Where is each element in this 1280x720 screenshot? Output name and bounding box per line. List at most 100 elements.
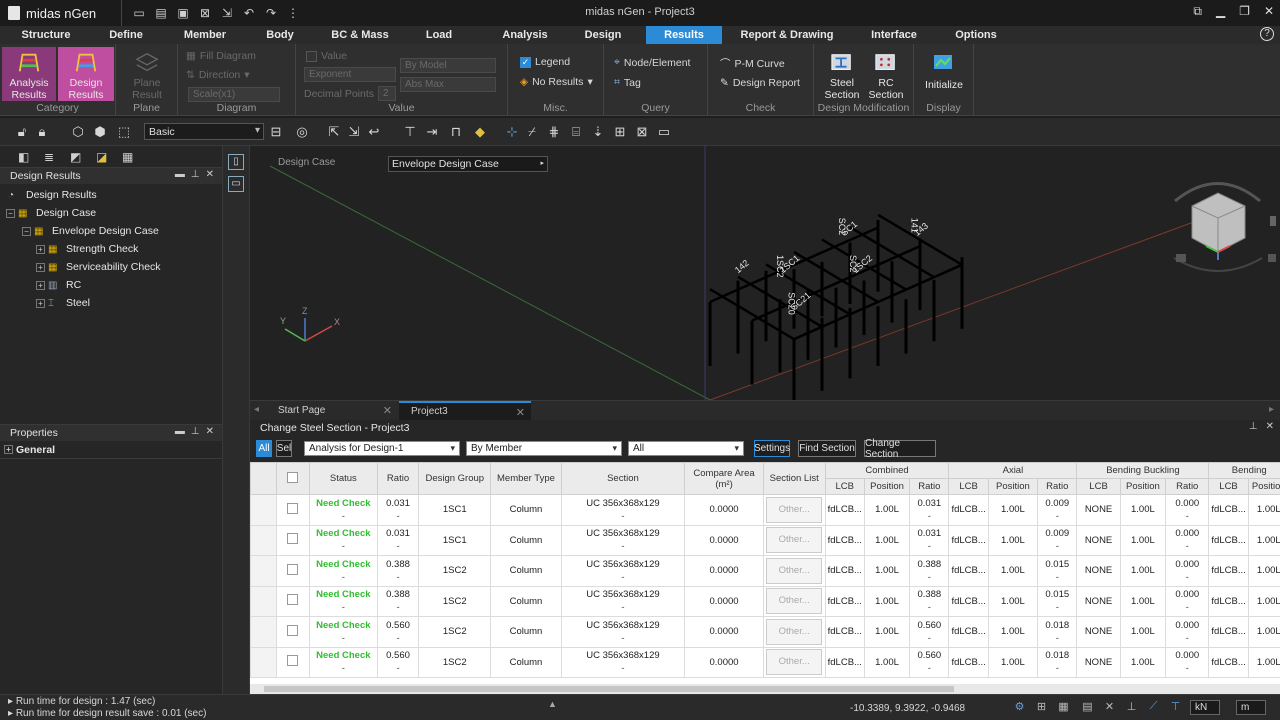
view-toggle-icon[interactable]: ▭ [228, 176, 244, 192]
section-list-cell[interactable]: Other... [762, 646, 826, 678]
select-selected-button[interactable]: Sel [276, 440, 292, 457]
snap-settings-icon[interactable]: ⚙ [1012, 700, 1027, 715]
abs-max-dropdown[interactable]: Abs Max [400, 77, 496, 92]
menu-bc-mass[interactable]: BC & Mass [310, 26, 410, 44]
minimize-panel-icon[interactable]: ▬ [175, 426, 185, 437]
no-results-option[interactable]: ◈ No Results ▾ [520, 76, 593, 88]
value-checkbox[interactable] [306, 50, 317, 62]
tree-node-envelope-design-case[interactable]: − ▦ Envelope Design Case [0, 222, 222, 240]
col-combined-ratio[interactable]: Ratio [909, 478, 950, 495]
snap-icon[interactable]: ⌿ [524, 124, 540, 140]
settings-button[interactable]: Settings [754, 440, 790, 457]
table-row[interactable]: Need Check -0.560-1SC2 Column UC 356x368x12… [250, 646, 1280, 678]
rc-section-button[interactable]: RC Section [864, 47, 908, 101]
back-icon[interactable]: ↩ [366, 124, 382, 140]
row-header[interactable] [250, 494, 277, 526]
col-axial-ratio[interactable]: Ratio [1037, 478, 1078, 495]
tree-node-rc[interactable]: + ▥ RC [0, 276, 222, 294]
maximize-icon[interactable]: ❐ [1239, 4, 1250, 19]
pm-curve-button[interactable]: ⌒ P-M Curve [720, 56, 785, 71]
row-header[interactable] [250, 585, 277, 617]
direction-option[interactable]: ⇅ Direction ▾ [186, 69, 250, 81]
move-icon[interactable]: ⇥ [424, 124, 440, 140]
col-member-type[interactable]: Member Type [490, 462, 562, 495]
cube-rotate-right-icon[interactable] [1270, 216, 1276, 226]
row-header[interactable] [250, 616, 277, 648]
hide-icon[interactable]: ⊠ [634, 124, 650, 140]
results-tree-icon[interactable]: ◪ [96, 150, 110, 164]
tab-start-page[interactable]: Start Page ✕ [250, 401, 398, 420]
other-section-button[interactable]: Other... [766, 496, 823, 523]
frame-icon[interactable]: ⊓ [448, 124, 464, 140]
steel-section-button[interactable]: Steel Section [820, 47, 864, 101]
row-checkbox-cell[interactable] [275, 616, 310, 648]
node-element-button[interactable]: ⌖ Node/Element [614, 56, 690, 69]
redo-icon[interactable]: ↷ [264, 6, 278, 20]
lineweight-icon[interactable]: ⊤ [1168, 700, 1183, 715]
design-report-button[interactable]: ✎ Design Report [720, 77, 800, 89]
cube-home-icon[interactable] [1176, 254, 1186, 262]
col-section-list[interactable]: Section List [762, 462, 826, 495]
tree-node-steel[interactable]: + ⌶ Steel [0, 294, 222, 312]
close-tab-icon[interactable]: ✕ [516, 406, 525, 419]
menu-design[interactable]: Design [582, 26, 624, 44]
col-axial-lcb[interactable]: LCB [948, 478, 989, 495]
plane-result-button[interactable]: Plane Result [122, 47, 172, 101]
save-icon[interactable]: ▣ [176, 6, 190, 20]
filter-select[interactable]: All [628, 441, 744, 456]
view-split-icon[interactable]: ▯ [228, 154, 244, 170]
undo-icon[interactable]: ↶ [242, 6, 256, 20]
cube-wire-icon[interactable]: ⬢ [92, 124, 108, 140]
close-panel-icon[interactable]: ✕ [1266, 421, 1274, 432]
exponent-dropdown[interactable]: Exponent [304, 67, 396, 82]
col-section[interactable]: Section [560, 462, 686, 495]
tab-scroll-right-icon[interactable]: ▸ [1269, 404, 1274, 415]
mesh-icon[interactable]: ⊞ [612, 124, 628, 140]
menu-load[interactable]: Load [410, 26, 468, 44]
col-bending-lcb[interactable]: LCB [1208, 478, 1249, 495]
section-list-cell[interactable]: Other... [762, 616, 826, 648]
model-viewport[interactable]: Design Case Envelope Design Case SC21SC2… [250, 146, 1280, 400]
menu-interface[interactable]: Interface [852, 26, 936, 44]
menu-body[interactable]: Body [250, 26, 310, 44]
fill-diagram-option[interactable]: ▦ Fill Diagram [186, 50, 256, 62]
row-header[interactable] [250, 555, 277, 587]
render-icon[interactable]: ◆ [472, 124, 488, 140]
row-checkbox[interactable] [287, 655, 299, 667]
dimension-icon[interactable]: ⌸ [568, 124, 584, 140]
section-list-cell[interactable]: Other... [762, 524, 826, 556]
section-list-cell[interactable]: Other... [762, 494, 826, 526]
table-row[interactable]: Need Check -0.031-1SC1 Column UC 356x368x12… [250, 494, 1280, 526]
table-row[interactable]: Need Check -0.031-1SC1 Column UC 356x368x12… [250, 524, 1280, 556]
row-header[interactable] [250, 646, 277, 678]
minimize-icon[interactable]: ▁ [1216, 4, 1225, 19]
expand-icon[interactable]: + [36, 298, 45, 308]
collapse-icon[interactable]: − [6, 208, 15, 218]
select-all-checkbox-header[interactable] [275, 462, 310, 495]
export-icon[interactable]: ⇲ [220, 6, 234, 20]
expand-icon[interactable]: + [4, 445, 13, 454]
close-tab-icon[interactable]: ✕ [383, 404, 392, 417]
row-checkbox[interactable] [287, 594, 299, 606]
row-checkbox-cell[interactable] [275, 585, 310, 617]
select-pointer-icon[interactable]: ⇱ [326, 124, 342, 140]
polar-icon[interactable]: ✕ [1102, 700, 1117, 715]
camera-icon[interactable]: ◎ [294, 124, 310, 140]
align-icon[interactable]: ⊤ [402, 124, 418, 140]
col-bb-position[interactable]: Position [1119, 478, 1167, 495]
collapse-icon[interactable]: − [22, 226, 31, 236]
message-expand-icon[interactable]: ▲ [548, 699, 557, 709]
cube-menu-icon[interactable] [1268, 254, 1276, 262]
col-combined-position[interactable]: Position [863, 478, 911, 495]
force-unit-select[interactable]: kN [1190, 700, 1220, 715]
section-list-cell[interactable]: Other... [762, 555, 826, 587]
osnap-icon[interactable]: ▤ [1080, 700, 1095, 715]
view-mode-select[interactable]: Basic [144, 123, 264, 140]
find-section-button[interactable]: Find Section [798, 440, 856, 457]
expand-icon[interactable]: + [36, 262, 45, 272]
row-checkbox-cell[interactable] [275, 524, 310, 556]
tree-node-design-case[interactable]: − ▦ Design Case [0, 204, 222, 222]
change-section-button[interactable]: Change Section [864, 438, 936, 460]
col-combined-lcb[interactable]: LCB [824, 478, 865, 495]
menu-results[interactable]: Results [646, 26, 722, 44]
